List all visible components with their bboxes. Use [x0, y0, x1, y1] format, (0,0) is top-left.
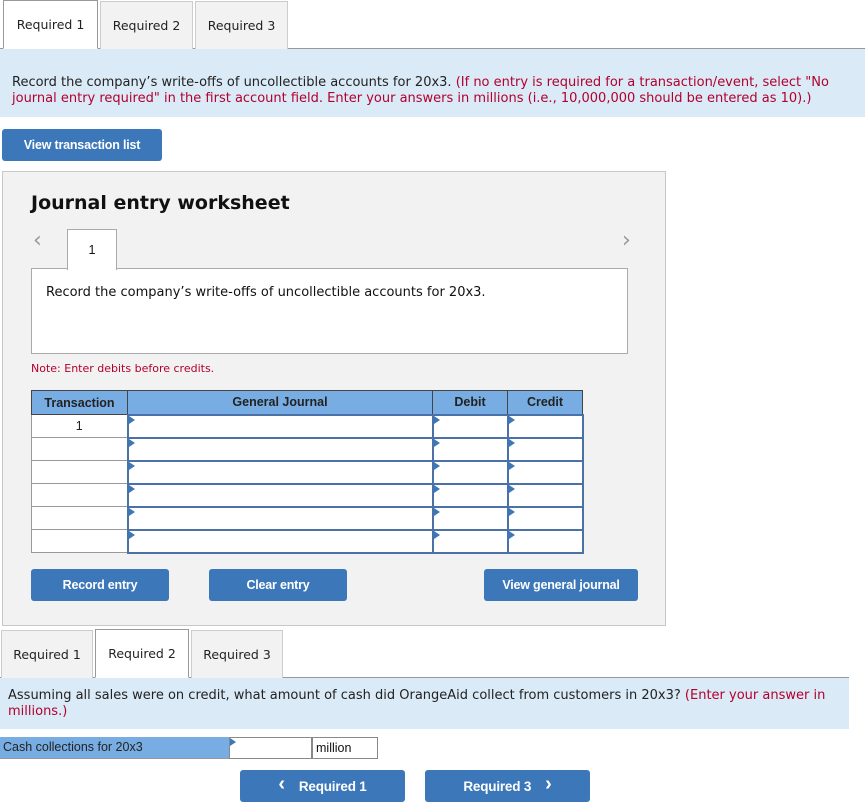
- account-input[interactable]: [126, 482, 434, 508]
- question-panel: Assuming all sales were on credit, what …: [0, 678, 849, 729]
- transaction-cell: [31, 529, 128, 553]
- next-required-button[interactable]: Required 3 ›: [425, 770, 590, 802]
- credit-input[interactable]: [506, 436, 584, 462]
- cash-collections-label: Cash collections for 20x3: [0, 737, 229, 759]
- input-flag-icon: [230, 738, 236, 746]
- input-flag-icon: [508, 438, 515, 447]
- input-flag-icon: [433, 530, 440, 539]
- input-flag-icon: [128, 438, 135, 447]
- input-flag-icon: [128, 461, 135, 470]
- header-transaction: Transaction: [31, 390, 128, 415]
- credit-input[interactable]: [506, 505, 584, 531]
- journal-table-header: Transaction General Journal Debit Credit: [31, 390, 583, 415]
- chevron-right-icon: ›: [545, 773, 552, 795]
- journal-row: [31, 528, 584, 554]
- cash-collections-unit: million: [312, 737, 378, 759]
- header-credit: Credit: [507, 390, 583, 415]
- header-general-journal: General Journal: [127, 390, 433, 415]
- account-input[interactable]: [126, 459, 434, 485]
- tab-required-3[interactable]: Required 3: [195, 1, 288, 49]
- input-flag-icon: [128, 415, 135, 424]
- transaction-cell: 1: [31, 414, 128, 438]
- input-flag-icon: [433, 484, 440, 493]
- account-input[interactable]: [126, 436, 434, 462]
- debits-note: Note: Enter debits before credits.: [31, 362, 215, 375]
- tab-required-1[interactable]: Required 1: [1, 630, 93, 678]
- input-flag-icon: [508, 530, 515, 539]
- instructions-text: Record the company’s write-offs of uncol…: [12, 75, 452, 90]
- account-input[interactable]: [126, 505, 434, 531]
- journal-row: [31, 436, 584, 462]
- input-flag-icon: [433, 507, 440, 516]
- input-flag-icon: [128, 530, 135, 539]
- prev-required-label: Required 1: [298, 778, 367, 794]
- input-flag-icon: [508, 415, 515, 424]
- input-flag-icon: [433, 415, 440, 424]
- transaction-cell: [31, 506, 128, 530]
- view-transaction-list-button[interactable]: View transaction list: [2, 129, 162, 161]
- chevron-left-icon: ‹: [278, 773, 285, 795]
- transaction-cell: [31, 460, 128, 484]
- view-general-journal-button[interactable]: View general journal: [484, 569, 638, 601]
- credit-input[interactable]: [506, 413, 584, 439]
- account-input[interactable]: [126, 413, 434, 439]
- tab-required-2[interactable]: Required 2: [95, 629, 189, 678]
- journal-row: 1: [31, 413, 584, 439]
- debit-input[interactable]: [431, 528, 509, 554]
- transaction-cell: [31, 437, 128, 461]
- record-entry-button[interactable]: Record entry: [31, 569, 169, 601]
- debit-input[interactable]: [431, 459, 509, 485]
- tab-required-3[interactable]: Required 3: [191, 630, 283, 678]
- input-flag-icon: [433, 438, 440, 447]
- prev-required-button[interactable]: ‹ Required 1: [240, 770, 405, 802]
- entry-tab-1[interactable]: 1: [67, 229, 117, 270]
- bottom-tab-bar: Required 1 Required 2 Required 3: [0, 629, 849, 678]
- credit-input[interactable]: [506, 528, 584, 554]
- header-debit: Debit: [432, 390, 508, 415]
- journal-entry-worksheet: Journal entry worksheet ‹ › 1 Record the…: [2, 171, 666, 626]
- debit-input[interactable]: [431, 413, 509, 439]
- credit-input[interactable]: [506, 459, 584, 485]
- entry-description-text: Record the company’s write-offs of uncol…: [46, 285, 486, 300]
- transaction-cell: [31, 483, 128, 507]
- account-input[interactable]: [126, 528, 434, 554]
- debit-input[interactable]: [431, 436, 509, 462]
- input-flag-icon: [508, 484, 515, 493]
- journal-row: [31, 505, 584, 531]
- journal-row: [31, 482, 584, 508]
- question-text: Assuming all sales were on credit, what …: [8, 688, 681, 703]
- tab-required-1[interactable]: Required 1: [3, 0, 98, 49]
- cash-collections-input[interactable]: [229, 737, 312, 759]
- debit-input[interactable]: [431, 482, 509, 508]
- next-required-label: Required 3: [463, 778, 532, 794]
- debit-input[interactable]: [431, 505, 509, 531]
- clear-entry-button[interactable]: Clear entry: [209, 569, 347, 601]
- worksheet-title: Journal entry worksheet: [31, 192, 290, 214]
- chevron-left-icon[interactable]: ‹: [33, 228, 42, 253]
- input-flag-icon: [508, 507, 515, 516]
- input-flag-icon: [508, 461, 515, 470]
- journal-row: [31, 459, 584, 485]
- journal-table: Transaction General Journal Debit Credit…: [31, 390, 584, 554]
- tab-required-2[interactable]: Required 2: [100, 1, 193, 49]
- entry-description: Record the company’s write-offs of uncol…: [31, 268, 628, 354]
- input-flag-icon: [433, 461, 440, 470]
- credit-input[interactable]: [506, 482, 584, 508]
- top-tab-bar: Required 1 Required 2 Required 3: [0, 0, 865, 49]
- chevron-right-icon[interactable]: ›: [622, 228, 631, 253]
- instructions-panel: Record the company’s write-offs of uncol…: [0, 49, 865, 117]
- input-flag-icon: [128, 484, 135, 493]
- input-flag-icon: [128, 507, 135, 516]
